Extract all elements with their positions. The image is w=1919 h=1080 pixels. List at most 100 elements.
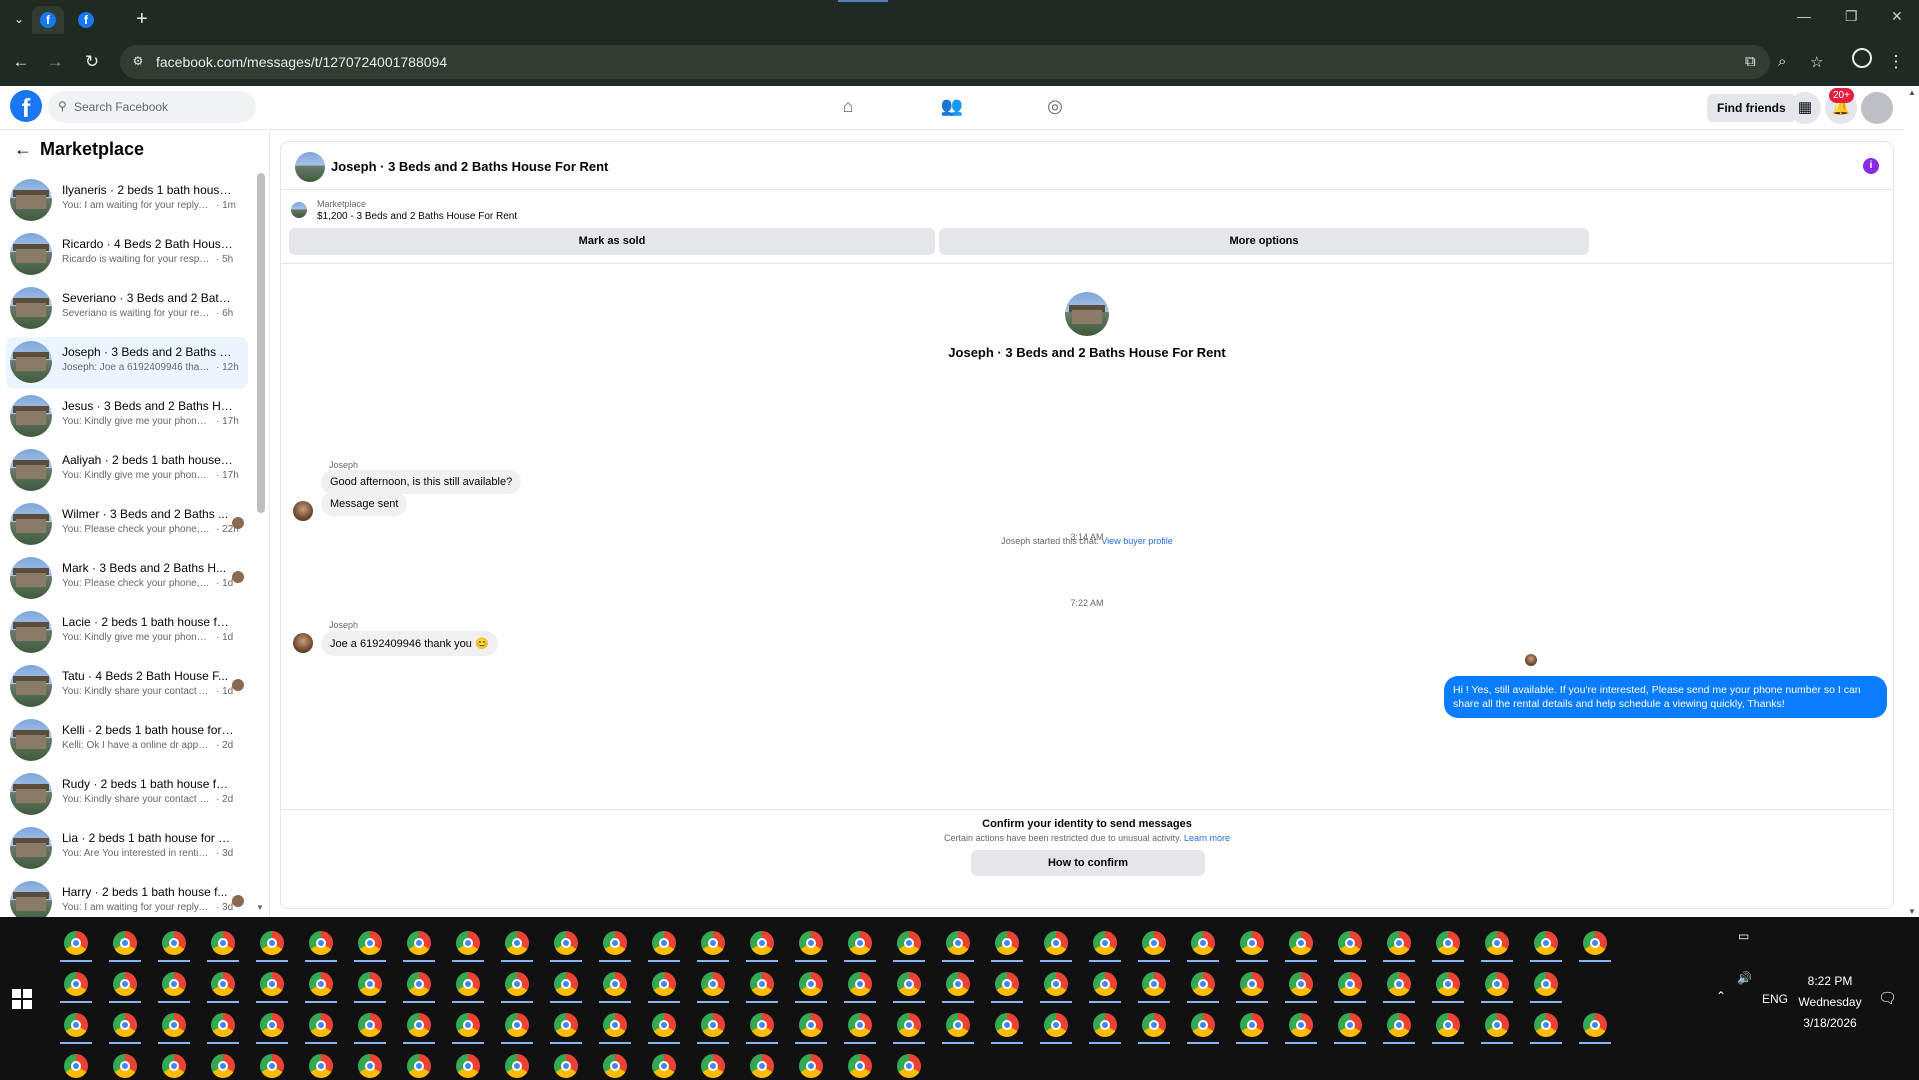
chrome-taskbar-icon[interactable] bbox=[1534, 931, 1558, 955]
chrome-taskbar-icon[interactable] bbox=[554, 931, 578, 955]
chrome-taskbar-icon[interactable] bbox=[750, 972, 774, 996]
chrome-taskbar-icon[interactable] bbox=[1093, 931, 1117, 955]
conversation-item[interactable]: Jesus · 3 Beds and 2 Baths Hous... You: K… bbox=[6, 391, 248, 443]
facebook-logo-icon[interactable]: f bbox=[10, 90, 42, 123]
chrome-taskbar-icon[interactable] bbox=[701, 931, 725, 955]
chrome-taskbar-icon[interactable] bbox=[603, 931, 627, 955]
listing-thumbnail[interactable] bbox=[295, 152, 325, 182]
chrome-taskbar-icon[interactable] bbox=[750, 1013, 774, 1037]
conversation-item[interactable]: Lia · 2 beds 1 bath house for rent You: A… bbox=[6, 823, 248, 875]
browser-tab-1[interactable]: f bbox=[32, 6, 64, 34]
chrome-taskbar-icon[interactable] bbox=[995, 931, 1019, 955]
chrome-taskbar-icon[interactable] bbox=[1485, 972, 1509, 996]
chrome-taskbar-icon[interactable] bbox=[1387, 972, 1411, 996]
chrome-taskbar-icon[interactable] bbox=[750, 1054, 774, 1078]
search-input[interactable] bbox=[74, 97, 244, 117]
incoming-message[interactable]: Joe a 6192409946 thank you 😊 bbox=[321, 631, 498, 656]
chrome-taskbar-icon[interactable] bbox=[407, 1054, 431, 1078]
chrome-taskbar-icon[interactable] bbox=[211, 972, 235, 996]
chrome-taskbar-icon[interactable] bbox=[799, 972, 823, 996]
chrome-taskbar-icon[interactable] bbox=[162, 972, 186, 996]
page-scrollbar[interactable]: ▲ ▼ bbox=[1905, 86, 1919, 916]
chrome-taskbar-icon[interactable] bbox=[113, 972, 137, 996]
incoming-message[interactable]: Message sent bbox=[321, 492, 408, 516]
show-hidden-icons-chevron-icon[interactable]: ⌃ bbox=[1716, 989, 1726, 1003]
chrome-taskbar-icon[interactable] bbox=[799, 931, 823, 955]
chrome-taskbar-icon[interactable] bbox=[162, 1013, 186, 1037]
chrome-taskbar-icon[interactable] bbox=[554, 1054, 578, 1078]
home-icon[interactable]: ⌂ bbox=[836, 96, 860, 120]
page-scroll-down-icon[interactable]: ▼ bbox=[1908, 907, 1916, 916]
chrome-taskbar-icon[interactable] bbox=[848, 931, 872, 955]
chrome-taskbar-icon[interactable] bbox=[603, 1054, 627, 1078]
chrome-taskbar-icon[interactable] bbox=[407, 931, 431, 955]
notification-center-icon[interactable]: 🗨 bbox=[1878, 989, 1897, 1007]
chrome-taskbar-icon[interactable] bbox=[995, 1013, 1019, 1037]
chrome-taskbar-icon[interactable] bbox=[309, 1013, 333, 1037]
system-clock[interactable]: 8:22 PM Wednesday 3/18/2026 bbox=[1790, 971, 1870, 1034]
conversation-item[interactable]: Severiano · 3 Beds and 2 Baths ... Severi… bbox=[6, 283, 248, 335]
chrome-taskbar-icon[interactable] bbox=[1387, 931, 1411, 955]
conversation-item[interactable]: Ilyaneris · 2 beds 1 bath house f... You:… bbox=[6, 175, 248, 227]
chrome-taskbar-icon[interactable] bbox=[309, 1054, 333, 1078]
chat-title[interactable]: Joseph · 3 Beds and 2 Baths House For Re… bbox=[331, 159, 608, 174]
info-icon[interactable]: i bbox=[1863, 158, 1879, 174]
scroll-down-icon[interactable]: ▼ bbox=[256, 903, 264, 912]
chrome-taskbar-icon[interactable] bbox=[1387, 1013, 1411, 1037]
chrome-taskbar-icon[interactable] bbox=[113, 1054, 137, 1078]
chrome-taskbar-icon[interactable] bbox=[64, 1054, 88, 1078]
conversation-item[interactable]: Mark · 3 Beds and 2 Baths H... You: Pleas… bbox=[6, 553, 248, 605]
chrome-taskbar-icon[interactable] bbox=[603, 972, 627, 996]
chrome-taskbar-icon[interactable] bbox=[1191, 931, 1215, 955]
chrome-taskbar-icon[interactable] bbox=[260, 1013, 284, 1037]
chrome-taskbar-icon[interactable] bbox=[1534, 972, 1558, 996]
chrome-taskbar-icon[interactable] bbox=[162, 1054, 186, 1078]
chrome-taskbar-icon[interactable] bbox=[456, 1054, 480, 1078]
chrome-taskbar-icon[interactable] bbox=[946, 972, 970, 996]
chrome-taskbar-icon[interactable] bbox=[1240, 972, 1264, 996]
chrome-taskbar-icon[interactable] bbox=[1142, 931, 1166, 955]
account-avatar[interactable] bbox=[1861, 92, 1893, 124]
chrome-taskbar-icon[interactable] bbox=[456, 972, 480, 996]
conversation-item[interactable]: Joseph · 3 Beds and 2 Baths Ho... Joseph:… bbox=[6, 337, 248, 389]
chrome-taskbar-icon[interactable] bbox=[652, 1013, 676, 1037]
chrome-taskbar-icon[interactable] bbox=[1044, 972, 1068, 996]
forward-icon[interactable]: → bbox=[43, 50, 67, 74]
chrome-taskbar-icon[interactable] bbox=[946, 931, 970, 955]
incoming-message[interactable]: Good afternoon, is this still available? bbox=[321, 470, 522, 494]
chrome-taskbar-icon[interactable] bbox=[1289, 1013, 1313, 1037]
conversation-item[interactable]: Tatu · 4 Beds 2 Bath House F... You: Kind… bbox=[6, 661, 248, 713]
browser-menu-icon[interactable]: ⋮ bbox=[1884, 50, 1908, 74]
chrome-taskbar-icon[interactable] bbox=[505, 931, 529, 955]
conversation-item[interactable]: Aaliyah · 2 beds 1 bath house fo... You: … bbox=[6, 445, 248, 497]
chrome-taskbar-icon[interactable] bbox=[309, 931, 333, 955]
chrome-taskbar-icon[interactable] bbox=[505, 972, 529, 996]
chrome-taskbar-icon[interactable] bbox=[1436, 1013, 1460, 1037]
outgoing-message[interactable]: Hi ! Yes, still available. If you're int… bbox=[1444, 676, 1887, 718]
conversation-item[interactable]: Kelli · 2 beds 1 bath house for r... Kell… bbox=[6, 715, 248, 767]
chrome-taskbar-icon[interactable] bbox=[456, 1013, 480, 1037]
address-bar[interactable]: ⚙ facebook.com/messages/t/12707240017880… bbox=[120, 45, 1823, 79]
search-box[interactable]: ⚲ bbox=[48, 91, 256, 123]
minimize-icon[interactable]: — bbox=[1797, 8, 1811, 24]
chrome-taskbar-icon[interactable] bbox=[848, 1054, 872, 1078]
friends-icon[interactable]: 👥 bbox=[940, 96, 964, 120]
taskview-icon[interactable]: ▭ bbox=[1738, 929, 1749, 943]
restore-icon[interactable]: ❐ bbox=[1845, 8, 1858, 25]
chrome-taskbar-icon[interactable] bbox=[64, 931, 88, 955]
chrome-taskbar-icon[interactable] bbox=[1485, 1013, 1509, 1037]
chrome-taskbar-icon[interactable] bbox=[407, 1013, 431, 1037]
chrome-taskbar-icon[interactable] bbox=[358, 1013, 382, 1037]
page-scroll-up-icon[interactable]: ▲ bbox=[1908, 88, 1916, 97]
zoom-icon[interactable]: ⌕ bbox=[1778, 53, 1786, 70]
chrome-taskbar-icon[interactable] bbox=[897, 931, 921, 955]
chrome-taskbar-icon[interactable] bbox=[1142, 972, 1166, 996]
chrome-taskbar-icon[interactable] bbox=[1436, 931, 1460, 955]
learn-more-link[interactable]: Learn more bbox=[1184, 833, 1230, 843]
chrome-taskbar-icon[interactable] bbox=[946, 1013, 970, 1037]
chrome-taskbar-icon[interactable] bbox=[456, 931, 480, 955]
chrome-taskbar-icon[interactable] bbox=[1583, 1013, 1607, 1037]
bookmark-star-icon[interactable]: ☆ bbox=[1810, 53, 1823, 71]
reload-icon[interactable]: ↻ bbox=[80, 50, 104, 74]
chrome-taskbar-icon[interactable] bbox=[1093, 972, 1117, 996]
